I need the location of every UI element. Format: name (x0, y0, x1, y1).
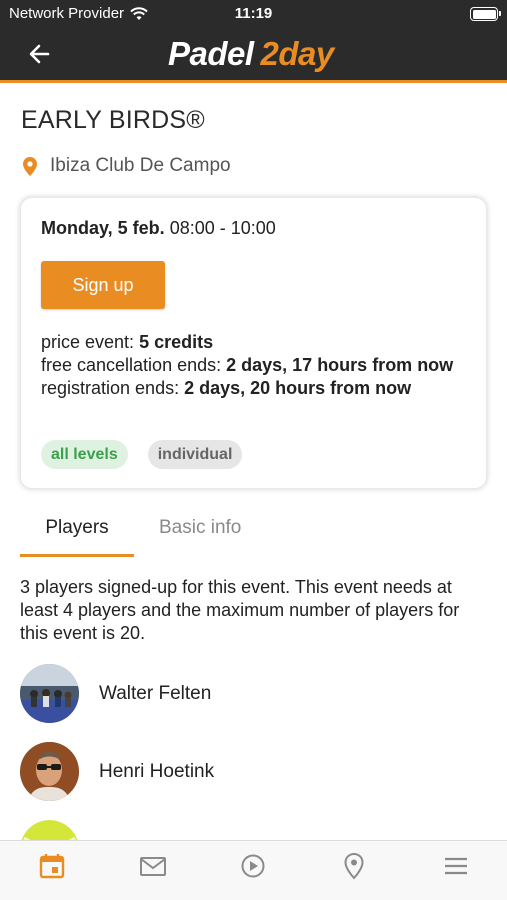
event-location: Ibiza Club De Campo (23, 155, 231, 177)
registration-label: registration ends: (41, 378, 185, 398)
price-label: price event: (41, 332, 140, 352)
battery-icon (470, 7, 501, 21)
player-item[interactable]: Walter Felten (20, 664, 211, 723)
header-accent-line (0, 80, 507, 83)
location-icon[interactable] (339, 851, 369, 881)
cancellation-label: free cancellation ends: (41, 355, 227, 375)
registration-row: registration ends: 2 days, 20 hours from… (41, 377, 461, 400)
players-description: 3 players signed-up for this event. This… (20, 577, 460, 643)
player-name: Walter Felten (99, 682, 212, 704)
event-title: EARLY BIRDS® (21, 106, 205, 134)
cancellation-row: free cancellation ends: 2 days, 17 hours… (41, 354, 461, 377)
tab-basic-info[interactable]: Basic info (159, 517, 241, 557)
price-row: price event: 5 credits (41, 331, 461, 354)
avatar (20, 742, 79, 801)
calendar-icon[interactable] (37, 851, 67, 881)
mail-icon[interactable] (138, 851, 168, 881)
cancellation-value: 2 days, 17 hours from now (226, 355, 454, 375)
logo-text-padel: Padel (168, 35, 254, 72)
status-bar: Network Provider 11:19 (0, 0, 507, 28)
event-date: Monday, 5 feb. (41, 218, 165, 238)
event-datetime: Monday, 5 feb. 08:00 - 10:00 (41, 218, 276, 239)
play-icon[interactable] (238, 851, 268, 881)
menu-icon[interactable] (441, 851, 471, 881)
event-card: Monday, 5 feb. 08:00 - 10:00 Sign up pri… (20, 197, 487, 489)
event-time: 08:00 - 10:00 (169, 218, 276, 238)
player-item[interactable]: Henri Hoetink (20, 742, 214, 801)
tab-players[interactable]: Players (20, 517, 134, 557)
price-value: 5 credits (139, 332, 214, 352)
event-info: price event: 5 credits free cancellation… (41, 331, 461, 400)
location-name: Ibiza Club De Campo (50, 155, 231, 176)
event-tags: all levels individual (41, 440, 243, 469)
location-pin-icon (23, 156, 37, 176)
status-time: 11:19 (234, 5, 273, 22)
app-header: Padel 2day (0, 28, 507, 80)
level-tag: all levels (41, 440, 128, 469)
app-logo: Padel 2day (168, 34, 334, 74)
player-name: Henri Hoetink (99, 760, 215, 782)
bottom-navigation (0, 840, 507, 900)
type-tag: individual (147, 440, 243, 469)
registration-value: 2 days, 20 hours from now (184, 378, 412, 398)
detail-tabs: Players Basic info (20, 517, 487, 557)
back-arrow-icon[interactable] (26, 40, 54, 68)
logo-text-2day: 2day (260, 35, 335, 72)
sign-up-button[interactable]: Sign up (41, 261, 165, 309)
avatar (20, 664, 79, 723)
